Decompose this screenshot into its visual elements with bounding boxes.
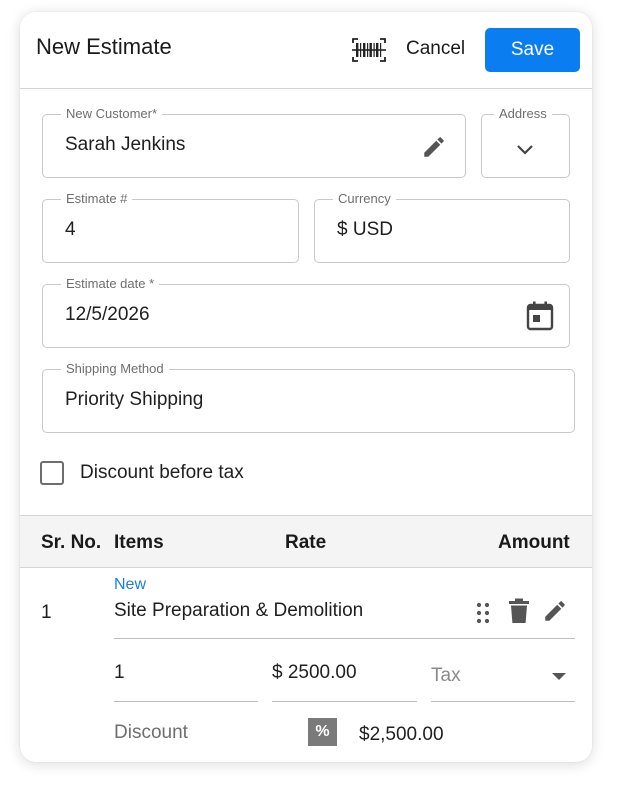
currency-label: Currency xyxy=(333,191,396,207)
items-table-header: Sr. No. Items Rate Amount xyxy=(20,515,592,568)
address-label: Address xyxy=(494,106,552,122)
estimate-card: New Estimate Cancel Save New Customer* S… xyxy=(20,12,592,762)
barcode-scan-icon[interactable] xyxy=(351,36,387,64)
row-amount: $2,500.00 xyxy=(359,724,444,745)
discount-percent-toggle[interactable]: % xyxy=(308,718,337,746)
quantity-underline xyxy=(114,701,258,702)
address-field[interactable]: Address xyxy=(481,106,570,178)
row-sr-no: 1 xyxy=(41,602,52,623)
estimate-number-label: Estimate # xyxy=(61,191,133,207)
pencil-icon[interactable] xyxy=(421,134,447,165)
save-button[interactable]: Save xyxy=(485,28,580,72)
item-name[interactable]: Site Preparation & Demolition xyxy=(114,600,363,622)
quantity-input[interactable]: 1 xyxy=(114,662,125,684)
customer-field[interactable]: New Customer* Sarah Jenkins xyxy=(42,106,466,178)
trash-icon[interactable] xyxy=(508,598,530,629)
cancel-button[interactable]: Cancel xyxy=(406,38,465,60)
discount-before-tax-checkbox[interactable] xyxy=(40,461,64,485)
shipping-method-value: Priority Shipping xyxy=(65,389,204,410)
chevron-down-icon[interactable] xyxy=(515,142,535,161)
edit-icon[interactable] xyxy=(542,598,568,629)
customer-value: Sarah Jenkins xyxy=(65,134,186,155)
estimate-date-field[interactable]: Estimate date * 12/5/2026 xyxy=(42,276,570,348)
column-header-sr-no: Sr. No. xyxy=(41,532,102,553)
rate-underline xyxy=(272,701,417,702)
drag-handle-icon[interactable] xyxy=(475,601,491,630)
caret-down-icon[interactable] xyxy=(552,673,566,680)
rate-input[interactable]: $ 2500.00 xyxy=(272,662,357,684)
header-bar: New Estimate Cancel Save xyxy=(20,12,592,89)
shipping-method-field[interactable]: Shipping Method Priority Shipping xyxy=(42,361,575,433)
new-item-badge: New xyxy=(114,576,147,593)
discount-input[interactable]: Discount xyxy=(114,722,188,744)
item-divider xyxy=(114,638,575,639)
estimate-number-field[interactable]: Estimate # 4 xyxy=(42,191,299,263)
column-header-rate: Rate xyxy=(285,532,327,553)
currency-field[interactable]: Currency $ USD xyxy=(314,191,570,263)
tax-select[interactable]: Tax xyxy=(431,665,461,687)
calendar-icon[interactable] xyxy=(525,300,555,337)
column-header-amount: Amount xyxy=(498,532,570,553)
estimate-date-label: Estimate date * xyxy=(61,276,160,292)
customer-label: New Customer* xyxy=(61,106,163,122)
column-header-items: Items xyxy=(114,532,164,553)
page-title: New Estimate xyxy=(36,34,172,59)
estimate-number-value: 4 xyxy=(65,219,76,240)
discount-before-tax-label: Discount before tax xyxy=(80,462,244,483)
tax-underline xyxy=(431,701,575,702)
shipping-method-label: Shipping Method xyxy=(61,361,169,377)
currency-value: $ USD xyxy=(337,219,393,240)
estimate-date-value: 12/5/2026 xyxy=(65,304,150,325)
